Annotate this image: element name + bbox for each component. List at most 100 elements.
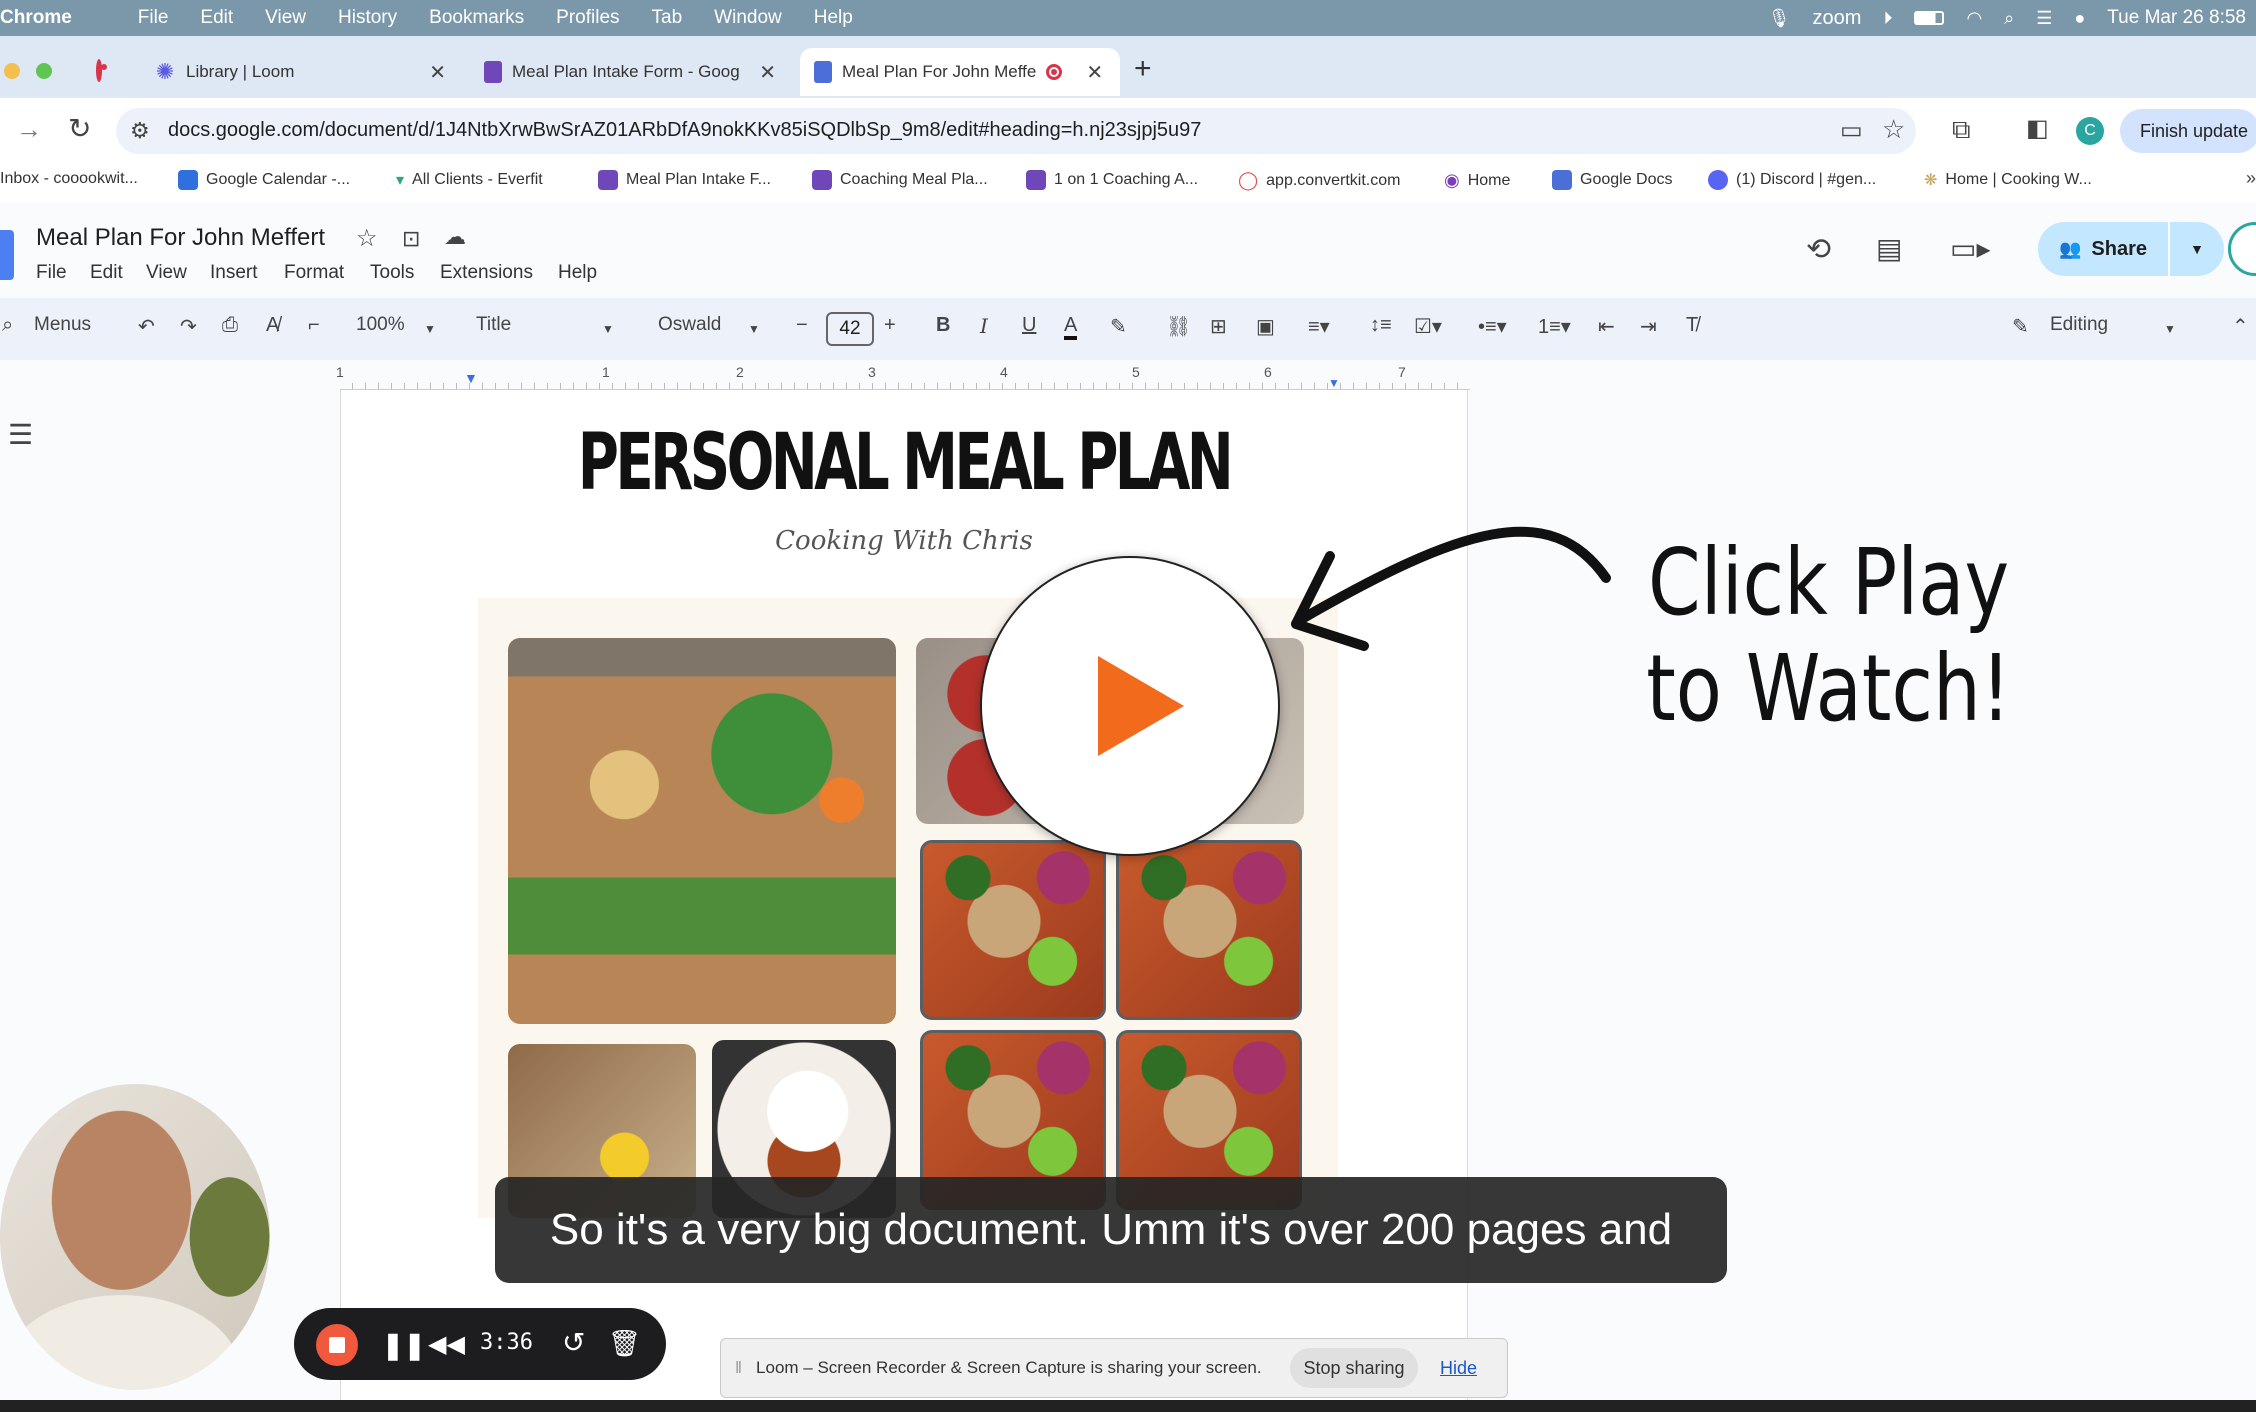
rewind-icon[interactable]: ◀◀ bbox=[428, 1330, 465, 1359]
delete-recording-icon[interactable]: 🗑 bbox=[608, 1328, 641, 1359]
bookmark-item[interactable]: Google Docs bbox=[1552, 170, 1673, 190]
spotlight-search-icon[interactable]: ⌕ bbox=[2004, 8, 2014, 29]
zoom-select[interactable]: 100% bbox=[356, 314, 405, 336]
decrease-indent-icon[interactable]: ⇤ bbox=[1598, 314, 1615, 339]
side-panel-icon[interactable]: ◧ bbox=[2026, 114, 2049, 143]
cast-icon[interactable]: ▭ bbox=[1840, 116, 1863, 145]
version-history-icon[interactable]: ⟲ bbox=[1806, 232, 1831, 267]
tab-library-loom[interactable]: ✺ Library | Loom ✕ bbox=[140, 48, 460, 96]
menubar-history[interactable]: History bbox=[338, 7, 397, 29]
search-menus-icon[interactable]: ⌕ bbox=[2, 314, 13, 337]
docs-menu-extensions[interactable]: Extensions bbox=[440, 262, 533, 284]
tab-meal-plan-intake-form[interactable]: Meal Plan Intake Form - Goog ✕ bbox=[470, 48, 790, 96]
add-comment-icon[interactable]: ⊞ bbox=[1210, 314, 1227, 339]
decrease-font-size-icon[interactable]: − bbox=[796, 314, 808, 337]
bookmark-item[interactable]: 1 on 1 Coaching A... bbox=[1026, 170, 1198, 190]
bookmarks-overflow-icon[interactable]: » bbox=[2246, 168, 2256, 189]
docs-menu-file[interactable]: File bbox=[36, 262, 67, 284]
document-heading[interactable]: PERSONAL MEAL PLAN bbox=[498, 418, 1310, 508]
presenter-webcam-bubble[interactable] bbox=[0, 1084, 270, 1390]
docs-logo-icon[interactable] bbox=[0, 230, 14, 280]
bold-icon[interactable]: B bbox=[936, 314, 950, 337]
bookmark-item[interactable]: Inbox - cooookwit... bbox=[0, 170, 138, 188]
chevron-down-icon[interactable]: ▼ bbox=[424, 322, 436, 336]
extensions-icon[interactable]: ⧉ bbox=[1952, 114, 1971, 146]
spellcheck-icon[interactable]: A̸ bbox=[266, 314, 279, 337]
collapse-toolbar-icon[interactable]: ⌃ bbox=[2232, 314, 2249, 339]
undo-icon[interactable]: ↶ bbox=[138, 314, 155, 339]
italic-icon[interactable]: I bbox=[980, 314, 988, 338]
microphone-icon[interactable]: 🎙 bbox=[1768, 8, 1791, 29]
font-family-select[interactable]: Oswald bbox=[658, 314, 721, 336]
text-color-icon[interactable]: A bbox=[1064, 314, 1078, 340]
hide-notice-link[interactable]: Hide bbox=[1440, 1358, 1477, 1379]
wifi-icon[interactable]: ◠ bbox=[1966, 8, 1982, 29]
chevron-down-icon[interactable]: ▼ bbox=[2164, 322, 2176, 336]
siri-icon[interactable]: ● bbox=[2074, 8, 2085, 29]
numbered-list-icon[interactable]: 1≡▾ bbox=[1538, 314, 1571, 339]
print-icon[interactable]: ⎙ bbox=[222, 314, 238, 337]
docs-menu-insert[interactable]: Insert bbox=[210, 262, 258, 284]
docs-menu-help[interactable]: Help bbox=[558, 262, 597, 284]
window-maximize-button[interactable] bbox=[36, 63, 52, 79]
bookmark-star-icon[interactable]: ☆ bbox=[1882, 114, 1905, 145]
comments-icon[interactable]: ▤ bbox=[1876, 232, 1902, 265]
paragraph-style-select[interactable]: Title bbox=[476, 314, 511, 336]
battery-icon[interactable] bbox=[1914, 11, 1945, 25]
share-button[interactable]: 👥 Share bbox=[2038, 222, 2168, 276]
bulleted-list-icon[interactable]: •≡▾ bbox=[1478, 314, 1507, 339]
bookmark-item[interactable]: ◉ Home bbox=[1444, 170, 1510, 191]
redo-icon[interactable]: ↷ bbox=[180, 314, 197, 339]
bookmark-item[interactable]: Meal Plan Intake F... bbox=[598, 170, 771, 190]
profile-avatar[interactable]: C bbox=[2076, 117, 2104, 145]
drag-handle-icon[interactable]: ‖ bbox=[735, 1358, 742, 1378]
search-menus-field[interactable]: Menus bbox=[34, 314, 91, 336]
bookmark-item[interactable]: (1) Discord | #gen... bbox=[1708, 170, 1876, 190]
restart-icon[interactable]: ↺ bbox=[562, 1326, 585, 1359]
right-indent-marker-icon[interactable]: ▼ bbox=[1328, 376, 1340, 390]
paint-format-icon[interactable]: ⌐ bbox=[308, 314, 320, 337]
left-indent-marker-icon[interactable]: ▼ bbox=[464, 370, 478, 386]
increase-indent-icon[interactable]: ⇥ bbox=[1640, 314, 1657, 339]
edit-pencil-icon[interactable]: ✎ bbox=[2012, 314, 2029, 339]
highlight-icon[interactable]: ✎ bbox=[1110, 314, 1127, 339]
document-outline-icon[interactable]: ☰ bbox=[8, 418, 33, 451]
insert-image-icon[interactable]: ▣ bbox=[1256, 314, 1275, 339]
menubar-edit[interactable]: Edit bbox=[200, 7, 233, 29]
docs-menu-view[interactable]: View bbox=[146, 262, 187, 284]
meet-video-icon[interactable]: ▭▸ bbox=[1950, 232, 1991, 265]
document-title[interactable]: Meal Plan For John Meffert bbox=[36, 224, 325, 252]
cloud-saved-icon[interactable]: ☁ bbox=[444, 224, 466, 250]
bookmark-item[interactable]: ▾ All Clients - Everfit bbox=[396, 170, 543, 190]
menubar-file[interactable]: File bbox=[138, 7, 169, 29]
site-info-icon[interactable]: ⚙ bbox=[130, 118, 150, 144]
clear-formatting-icon[interactable]: T̸ bbox=[1686, 314, 1698, 337]
window-minimize-button[interactable] bbox=[4, 63, 20, 79]
reload-icon[interactable]: ↻ bbox=[68, 112, 91, 145]
chevron-down-icon[interactable]: ▼ bbox=[748, 322, 760, 336]
docs-menu-format[interactable]: Format bbox=[284, 262, 344, 284]
close-tab-icon[interactable]: ✕ bbox=[759, 60, 776, 85]
tab-meal-plan-john-meffert[interactable]: Meal Plan For John Meffe ✕ bbox=[800, 48, 1120, 96]
control-center-icon[interactable]: ☰ bbox=[2036, 8, 2052, 29]
move-folder-icon[interactable]: ⊡ bbox=[402, 226, 420, 252]
share-dropdown-button[interactable]: ▼ bbox=[2170, 222, 2224, 276]
menubar-view[interactable]: View bbox=[265, 7, 306, 29]
editing-mode-select[interactable]: Editing bbox=[2050, 314, 2108, 336]
new-tab-button[interactable]: + bbox=[1134, 52, 1152, 86]
bookmark-item[interactable]: ❋ Home | Cooking W... bbox=[1924, 170, 2092, 190]
checklist-icon[interactable]: ☑▾ bbox=[1414, 314, 1442, 339]
docs-menu-edit[interactable]: Edit bbox=[90, 262, 123, 284]
docs-menu-tools[interactable]: Tools bbox=[370, 262, 414, 284]
insert-link-icon[interactable]: ⛓ bbox=[1166, 314, 1191, 339]
menubar-window[interactable]: Window bbox=[714, 7, 782, 29]
stop-recording-button[interactable] bbox=[316, 1324, 358, 1366]
url-text[interactable]: docs.google.com/document/d/1J4NtbXrwBwSr… bbox=[168, 119, 1201, 142]
forward-icon[interactable]: → bbox=[16, 114, 42, 145]
align-icon[interactable]: ≡▾ bbox=[1308, 314, 1330, 339]
play-circle-icon[interactable]: ⏵ bbox=[1883, 8, 1892, 29]
underline-icon[interactable]: U bbox=[1022, 314, 1036, 337]
stop-sharing-button[interactable]: Stop sharing bbox=[1290, 1348, 1418, 1388]
increase-font-size-icon[interactable]: + bbox=[884, 314, 896, 337]
font-size-input[interactable]: 42 bbox=[826, 312, 874, 346]
